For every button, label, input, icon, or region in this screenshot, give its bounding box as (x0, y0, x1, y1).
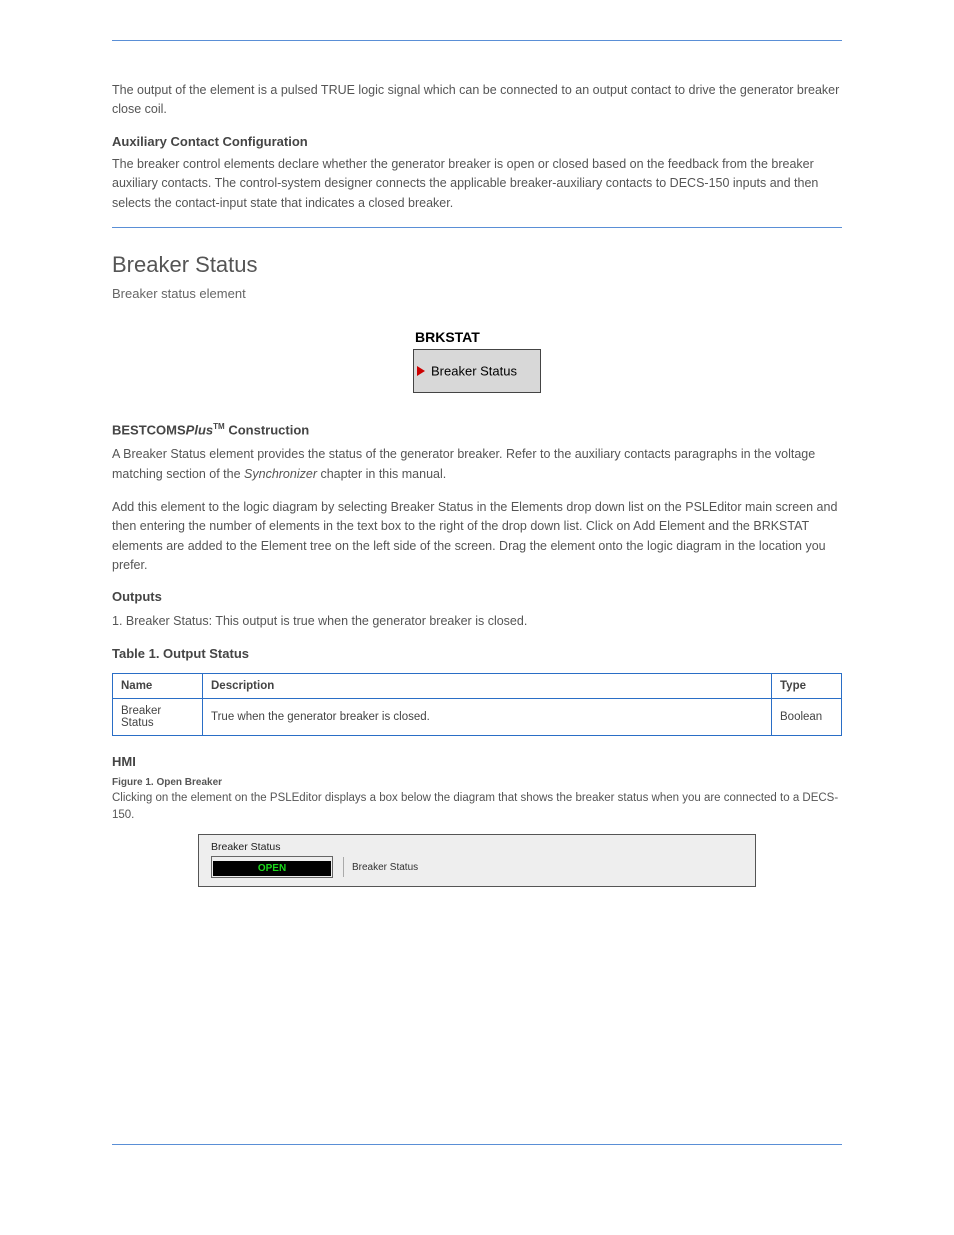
figure-caption: Figure 1. Open Breaker (112, 777, 842, 788)
bestcoms-p1-italic: Synchronizer (244, 467, 317, 481)
table-heading: Table 1. Output Status (112, 646, 842, 661)
intro-paragraph-2: The breaker control elements declare whe… (112, 155, 842, 213)
hmi-heading: HMI (112, 754, 842, 769)
brkstat-diagram: BRKSTAT Breaker Status (112, 329, 842, 398)
cell-type: Boolean (772, 698, 842, 735)
bestcoms-p1-a: A Breaker Status element provides the st… (112, 447, 815, 480)
diagram-label: BRKSTAT (413, 329, 541, 345)
hmi-row: OPEN Breaker Status (211, 856, 743, 878)
outputs-table: Name Description Type Breaker Status Tru… (112, 673, 842, 736)
hmi-status-value: OPEN (213, 861, 331, 876)
bestcoms-p1-b: chapter in this manual. (317, 467, 446, 481)
header-rule (112, 40, 842, 41)
breaker-status-block: Breaker Status (413, 349, 541, 393)
cell-desc: True when the generator breaker is close… (203, 698, 772, 735)
col-name: Name (113, 673, 203, 698)
col-desc: Description (203, 673, 772, 698)
output-item-1: 1. Breaker Status: This output is true w… (112, 612, 842, 631)
bestcoms-p2-a: Add this element to the logic diagram by… (112, 500, 837, 572)
triangle-output-icon (417, 366, 425, 376)
table-row: Breaker Status True when the generator b… (113, 698, 842, 735)
hmi-panel: Breaker Status OPEN Breaker Status (198, 834, 756, 887)
trademark-icon: TM (213, 422, 225, 431)
intro-paragraph-1: The output of the element is a pulsed TR… (112, 81, 842, 120)
footer-rule (112, 1144, 842, 1145)
bestcoms-p1: A Breaker Status element provides the st… (112, 445, 842, 484)
cell-name: Breaker Status (113, 698, 203, 735)
aux-heading: Auxiliary Contact Configuration (112, 134, 842, 149)
hmi-panel-title: Breaker Status (211, 841, 743, 853)
bestcoms-heading: BESTCOMSPlusTM Construction (112, 422, 842, 437)
col-type: Type (772, 673, 842, 698)
figure-desc: Clicking on the element on the PSLEditor… (112, 790, 842, 825)
bestcoms-plus-label: BESTCOMSPlus (112, 422, 213, 437)
table-header-row: Name Description Type (113, 673, 842, 698)
output-text: Breaker Status: This output is true when… (126, 614, 527, 628)
bestcoms-suffix: Construction (225, 422, 310, 437)
block-text: Breaker Status (431, 363, 517, 378)
outputs-heading: Outputs (112, 589, 842, 604)
hmi-field-wrap: OPEN (211, 856, 333, 878)
section-title: Breaker Status (112, 252, 842, 278)
bestcoms-p2: Add this element to the logic diagram by… (112, 498, 842, 576)
section-divider (112, 227, 842, 228)
output-num: 1. (112, 614, 122, 628)
section-subline: Breaker status element (112, 286, 842, 301)
hmi-field-label: Breaker Status (352, 862, 418, 873)
hmi-separator (343, 857, 344, 877)
